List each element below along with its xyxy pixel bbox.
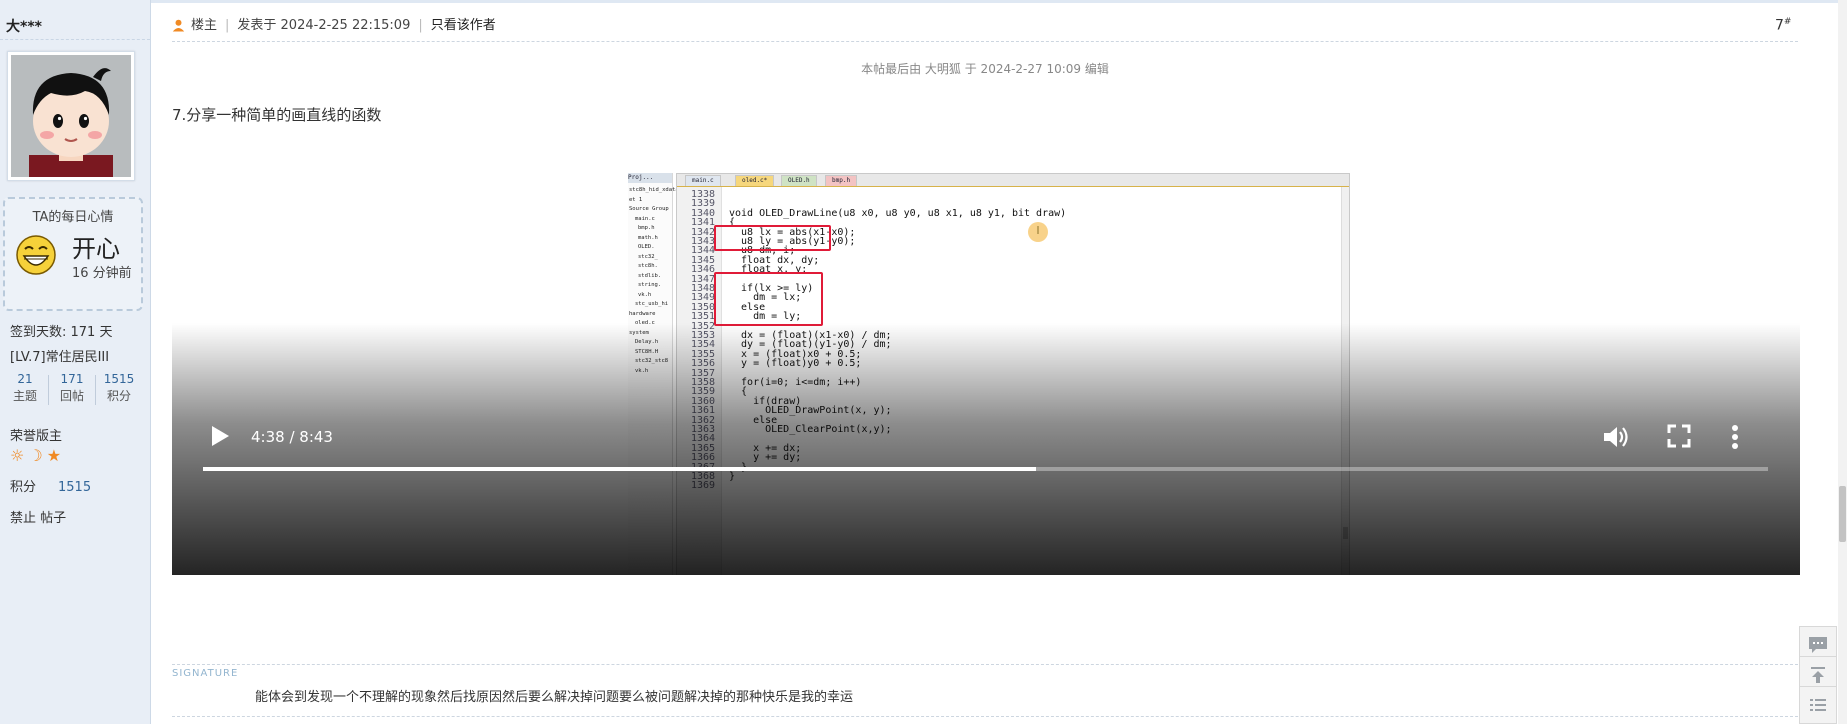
cursor-marker [1028,222,1048,242]
fullscreen-icon[interactable] [1667,424,1691,448]
project-tree-item: Source Group [629,206,669,212]
star-icon: ★ [46,446,62,465]
posted-at: 发表于 2024-2-25 22:15:09 [237,18,411,33]
happy-face-icon [16,235,56,275]
tab-bmp: bmp.h [825,175,858,186]
play-icon[interactable] [210,425,230,447]
user-level[interactable]: [LV.7]常住居民III [10,346,109,365]
post-meta: 楼主 | 发表于 2024-2-25 22:15:09 | 只看该作者 [172,16,496,36]
project-tree-item: math.h [638,234,658,241]
project-tree-item: string. [638,282,662,288]
header-divider [172,41,1798,42]
video-player[interactable]: Proj... stc8h_hid_xdataet 1 Source Group m… [172,143,1800,575]
tab-main: main.c [685,175,721,186]
highlight-box [714,272,823,326]
edit-note: 本帖最后由 大明狐 于 2024-2-27 10:09 编辑 [861,62,1109,76]
top-border [0,0,1847,3]
author-name[interactable]: 大*** [6,16,42,36]
project-tree-item: stdlib. [638,272,662,279]
video-time: 4:38 / 8:43 [251,428,333,446]
project-tree-item: bmp.h [638,225,655,231]
list-button[interactable] [1799,686,1837,724]
score-line: 积分 1515 [10,476,91,495]
sign-days: 签到天数: 171 天 [10,325,113,340]
score-label: 积分 [10,480,37,495]
user-icon [172,19,185,32]
project-tree-item: stc_usb_hi [635,301,669,307]
sun-icon: ☼ [10,446,25,465]
project-tree-item: main.c [635,215,655,222]
mood-title: TA的每日心情 [32,210,114,225]
stat-replies[interactable]: 171 回帖 [49,371,95,405]
avatar-image [11,55,131,177]
only-author-link[interactable]: 只看该作者 [431,18,496,33]
signature-text: 能体会到发现一个不理解的现象然后找原因然后要么解决掉问题要么被问题解决掉的那种快… [255,690,854,705]
project-tree-item: OLED. [638,244,655,250]
project-tree-item: hardware [629,310,656,317]
score-value: 1515 [58,480,92,495]
progress-fill [203,467,1036,471]
daily-mood: TA的每日心情 开心 16 分钟前 [3,197,143,311]
page-scrollbar-thumb[interactable] [1839,486,1846,542]
video-progress-bar[interactable] [203,467,1768,471]
project-tree-item: stc32_ [638,253,658,260]
volume-icon[interactable] [1602,424,1630,450]
mood-time: 16 分钟前 [72,266,132,281]
comment-icon [1809,637,1827,653]
op-label: 楼主 [191,18,218,33]
highlight-box [714,225,831,251]
list-icon [1810,699,1826,711]
back-to-top-icon [1811,667,1825,683]
project-tree-item: stc8h_hid_xdata [629,187,679,193]
user-stats: 21 主题 171 回帖 1515 积分 [2,371,142,407]
signature-divider [172,664,1798,665]
signature-label: SIGNATURE [172,668,239,679]
more-vert-icon[interactable] [1731,424,1739,450]
project-tree-item: et 1 [629,196,643,203]
moon-icon: ☽ [28,446,43,465]
stat-points[interactable]: 1515 积分 [96,371,142,405]
code-line: void OLED_DrawLine(u8 x0, u8 y0, u8 x1, … [729,207,1067,219]
medal-row: ☼ ☽ ★ [10,447,65,465]
controls-gradient [172,323,1800,575]
honor-title: 荣誉版主 [10,429,63,444]
floor-number[interactable]: 7# [1775,17,1791,34]
project-tree-item: stc8h. [638,263,658,269]
signature-divider [172,716,1798,717]
tab-oled-h: OLED.h [781,175,817,186]
stat-threads[interactable]: 21 主题 [2,371,48,405]
sidebar-divider [0,39,150,40]
ban-posts[interactable]: 禁止 帖子 [10,507,66,526]
author-sidebar: 大*** TA的每日心情 开心 16 分钟前 签到天数: 171 天 [LV.7… [0,0,151,724]
tab-oled-c: oled.c* [735,175,775,186]
page-scrollbar[interactable] [1838,0,1847,724]
project-header: Proj... [628,173,672,183]
avatar[interactable] [7,51,135,181]
mood-text: 开心 [72,235,120,263]
post-content-title: 7.分享一种简单的画直线的函数 [172,106,382,124]
editor-tabs: main.c oled.c* OLED.h bmp.h [677,174,1349,187]
project-tree-item: vk.h [638,291,652,298]
